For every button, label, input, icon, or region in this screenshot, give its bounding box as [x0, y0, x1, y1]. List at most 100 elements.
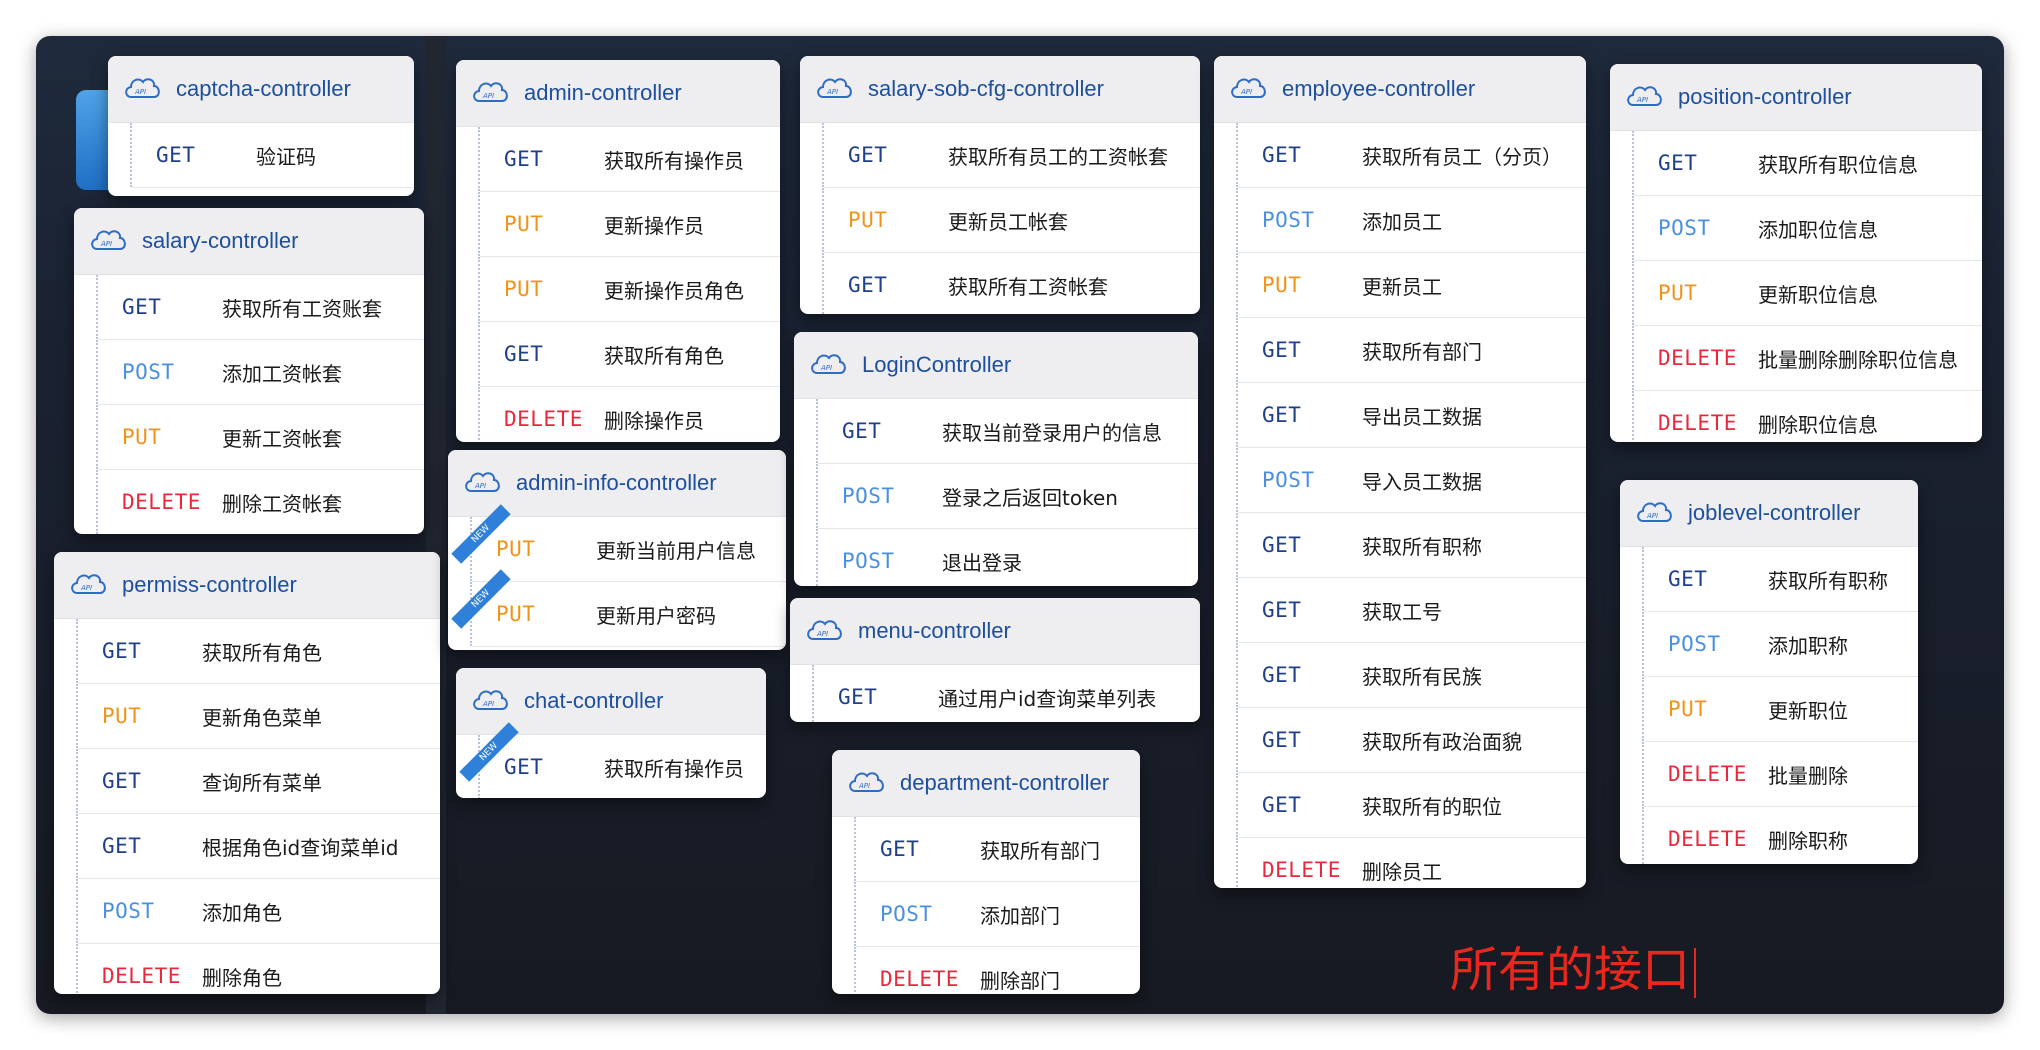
- endpoint-row[interactable]: DELETE 删除部门: [854, 947, 1140, 994]
- endpoint-row[interactable]: PUT 更新员工: [1236, 253, 1586, 318]
- endpoint-list: GET 获取所有员工的工资帐套 PUT 更新员工帐套 GET 获取所有工资帐套: [800, 123, 1200, 314]
- endpoint-row[interactable]: GET 获取所有职称: [1236, 513, 1586, 578]
- endpoint-row[interactable]: POST 退出登录: [816, 529, 1198, 586]
- endpoint-row[interactable]: PUT 更新工资帐套: [96, 405, 424, 470]
- card-header[interactable]: API captcha-controller: [108, 56, 414, 123]
- tree-guide-line: [1236, 773, 1238, 837]
- endpoint-row[interactable]: GET 验证码: [130, 123, 414, 188]
- endpoint-row[interactable]: PUT 更新职位: [1642, 677, 1918, 742]
- http-method: GET: [1262, 403, 1302, 427]
- endpoint-row[interactable]: DELETE 批量删除删除职位信息: [1632, 326, 1982, 391]
- endpoint-row[interactable]: NEW PUT 更新当前用户信息: [451, 504, 786, 582]
- endpoint-row[interactable]: GET 获取所有政治面貌: [1236, 708, 1586, 773]
- controller-card[interactable]: API salary-sob-cfg-controller GET 获取所有员工的工资…: [800, 56, 1200, 314]
- endpoint-row[interactable]: POST 添加职称: [1642, 612, 1918, 677]
- controller-card[interactable]: API employee-controller GET 获取所有员工（分页） POST 添…: [1214, 56, 1586, 888]
- endpoint-row[interactable]: POST 添加部门: [854, 882, 1140, 947]
- endpoint-row[interactable]: GET 通过用户id查询菜单列表: [812, 665, 1200, 722]
- endpoint-row[interactable]: GET 查询所有菜单: [76, 749, 440, 814]
- endpoint-row[interactable]: GET 获取所有部门: [1236, 318, 1586, 383]
- controller-card[interactable]: API position-controller GET 获取所有职位信息 POST 添加职…: [1610, 64, 1982, 442]
- endpoint-row[interactable]: GET 获取所有工资账套: [96, 275, 424, 340]
- tree-guide-line: [1236, 123, 1238, 187]
- controller-card[interactable]: API admin-controller GET 获取所有操作员 PUT 更新操作员 PUT…: [456, 60, 780, 442]
- endpoint-row[interactable]: GET 导出员工数据: [1236, 383, 1586, 448]
- card-header[interactable]: API joblevel-controller: [1620, 480, 1918, 547]
- http-method: GET: [1668, 567, 1708, 591]
- controller-card[interactable]: API captcha-controller GET 验证码: [108, 56, 414, 196]
- card-header[interactable]: API department-controller: [832, 750, 1140, 817]
- card-header[interactable]: API salary-sob-cfg-controller: [800, 56, 1200, 123]
- http-method: GET: [1262, 143, 1302, 167]
- endpoint-row[interactable]: DELETE 删除职位信息: [1632, 391, 1982, 442]
- endpoint-row[interactable]: POST 添加工资帐套: [96, 340, 424, 405]
- endpoint-row[interactable]: PUT 更新员工帐套: [822, 188, 1200, 253]
- tree-guide-line: [1236, 838, 1238, 888]
- endpoint-row[interactable]: PUT 更新操作员: [478, 192, 780, 257]
- card-header[interactable]: API chat-controller: [456, 668, 766, 735]
- endpoint-row[interactable]: POST 添加职位信息: [1632, 196, 1982, 261]
- endpoint-row[interactable]: POST 登录之后返回token: [816, 464, 1198, 529]
- endpoint-row[interactable]: DELETE 删除员工: [1236, 838, 1586, 888]
- card-header[interactable]: API menu-controller: [790, 598, 1200, 665]
- svg-text:API: API: [816, 630, 828, 638]
- controller-card[interactable]: API salary-controller GET 获取所有工资账套 POST 添加工资帐…: [74, 208, 424, 534]
- endpoint-list: GET 获取所有员工（分页） POST 添加员工 PUT 更新员工 GET 获取所有部门 GET…: [1214, 123, 1586, 888]
- controller-card[interactable]: API chat-controller NEW GET 获取所有操作员: [456, 668, 766, 798]
- http-method: DELETE: [102, 964, 181, 988]
- endpoint-row[interactable]: GET 获取所有员工的工资帐套: [822, 123, 1200, 188]
- endpoint-row[interactable]: NEW GET 获取所有操作员: [459, 722, 766, 798]
- endpoint-row[interactable]: GET 获取所有角色: [76, 619, 440, 684]
- tree-guide-line: [76, 944, 78, 994]
- controller-card[interactable]: API LoginController GET 获取当前登录用户的信息 POST 登录之后…: [794, 332, 1198, 586]
- endpoint-row[interactable]: POST 导入员工数据: [1236, 448, 1586, 513]
- card-header[interactable]: API admin-controller: [456, 60, 780, 127]
- card-header[interactable]: API permiss-controller: [54, 552, 440, 619]
- endpoint-row[interactable]: GET 获取工号: [1236, 578, 1586, 643]
- tree-guide-line: [1236, 253, 1238, 317]
- endpoint-row[interactable]: DELETE 批量删除: [1642, 742, 1918, 807]
- endpoint-row[interactable]: GET 获取所有职称: [1642, 547, 1918, 612]
- endpoint-list: GET 通过用户id查询菜单列表: [790, 665, 1200, 722]
- controller-card[interactable]: API menu-controller GET 通过用户id查询菜单列表: [790, 598, 1200, 722]
- endpoint-row[interactable]: GET 获取当前登录用户的信息: [816, 399, 1198, 464]
- controller-card[interactable]: API admin-info-controller NEW PUT 更新当前用户信息 NE…: [448, 450, 786, 650]
- controller-card[interactable]: API department-controller GET 获取所有部门 POST 添加部…: [832, 750, 1140, 994]
- endpoint-row[interactable]: GET 获取所有操作员: [478, 127, 780, 192]
- card-header[interactable]: API LoginController: [794, 332, 1198, 399]
- endpoint-row[interactable]: PUT 更新角色菜单: [76, 684, 440, 749]
- endpoint-row[interactable]: PUT 更新操作员角色: [478, 257, 780, 322]
- endpoint-row[interactable]: GET 获取所有的职位: [1236, 773, 1586, 838]
- api-cloud-icon: API: [108, 73, 176, 105]
- endpoint-row[interactable]: GET 获取所有职位信息: [1632, 131, 1982, 196]
- endpoint-description: 删除员工: [1362, 859, 1442, 884]
- api-cloud-icon: API: [74, 225, 142, 257]
- endpoint-row[interactable]: PUT 更新职位信息: [1632, 261, 1982, 326]
- endpoint-row[interactable]: GET 获取所有员工（分页）: [1236, 123, 1586, 188]
- endpoint-row[interactable]: POST 添加角色: [76, 879, 440, 944]
- controller-card[interactable]: API permiss-controller GET 获取所有角色 PUT 更新角色菜单 G…: [54, 552, 440, 994]
- endpoint-row[interactable]: GET 获取所有工资帐套: [822, 253, 1200, 314]
- endpoint-row[interactable]: GET 获取所有部门: [854, 817, 1140, 882]
- api-cloud-icon: API: [794, 349, 862, 381]
- endpoint-row[interactable]: GET 获取所有角色: [478, 322, 780, 387]
- endpoint-row[interactable]: POST 添加员工: [1236, 188, 1586, 253]
- endpoint-row[interactable]: NEW PUT 更新用户密码: [451, 569, 786, 647]
- card-header[interactable]: API employee-controller: [1214, 56, 1586, 123]
- svg-text:API: API: [482, 92, 494, 100]
- endpoint-row[interactable]: DELETE 删除工资帐套: [96, 470, 424, 534]
- controller-card[interactable]: API joblevel-controller GET 获取所有职称 POST 添加职称 P…: [1620, 480, 1918, 864]
- endpoint-row[interactable]: DELETE 删除角色: [76, 944, 440, 994]
- card-header[interactable]: API position-controller: [1610, 64, 1982, 131]
- endpoint-list: GET 获取所有工资账套 POST 添加工资帐套 PUT 更新工资帐套 DELETE 删除工资…: [74, 275, 424, 534]
- http-method: GET: [1262, 598, 1302, 622]
- endpoint-row[interactable]: GET 获取所有民族: [1236, 643, 1586, 708]
- endpoint-row[interactable]: DELETE 删除职称: [1642, 807, 1918, 864]
- endpoint-row[interactable]: DELETE 删除操作员: [478, 387, 780, 442]
- controller-title: LoginController: [862, 352, 1012, 377]
- controller-title: permiss-controller: [122, 572, 297, 597]
- annotation-text: 所有的接口: [1450, 930, 1697, 1000]
- endpoint-row[interactable]: GET 根据角色id查询菜单id: [76, 814, 440, 879]
- card-header[interactable]: API salary-controller: [74, 208, 424, 275]
- controller-title: employee-controller: [1282, 76, 1476, 101]
